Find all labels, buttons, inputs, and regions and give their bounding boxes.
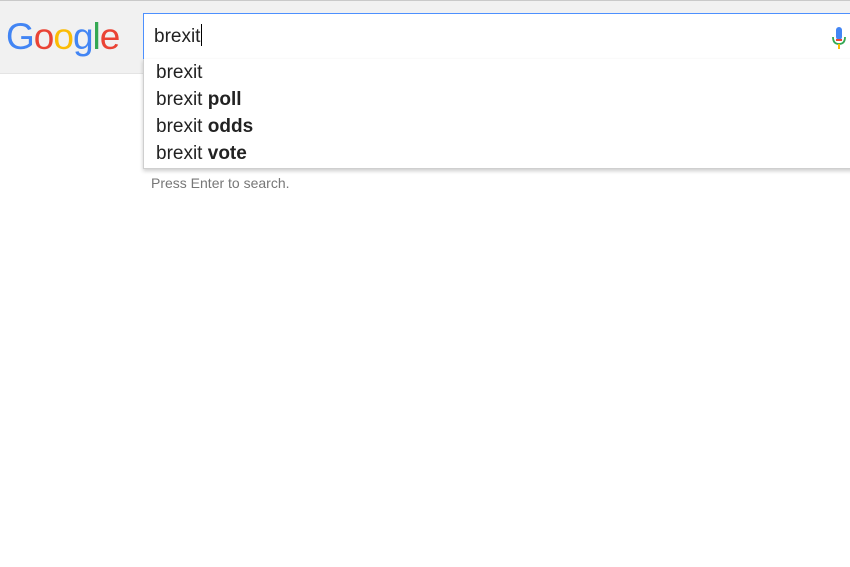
text-caret <box>201 24 203 47</box>
logo-letter: e <box>99 16 121 57</box>
suggestion-item[interactable]: brexit <box>156 59 202 86</box>
suggestion-completion: poll <box>207 89 242 110</box>
suggestion-completion: vote <box>207 143 247 164</box>
suggestion-item[interactable]: brexit vote <box>156 140 247 167</box>
suggestion-item[interactable]: brexit odds <box>156 113 253 140</box>
suggestion-prefix: brexit <box>156 89 208 110</box>
logo-letter: o <box>53 16 74 57</box>
search-input[interactable]: brexit <box>154 24 203 50</box>
suggestion-item[interactable]: brexit poll <box>156 86 242 113</box>
google-logo[interactable]: Google <box>6 15 121 59</box>
logo-letter: o <box>33 16 55 57</box>
suggestion-prefix: brexit <box>156 143 208 164</box>
search-input-value: brexit <box>154 26 201 47</box>
suggestion-prefix: brexit <box>156 62 203 83</box>
suggestion-prefix: brexit <box>156 116 208 137</box>
logo-letter: g <box>72 16 94 57</box>
logo-letter: l <box>92 16 101 57</box>
suggestion-completion: odds <box>207 116 254 137</box>
autocomplete-dropdown: brexit brexit poll brexit odds brexit vo… <box>143 59 850 169</box>
search-box[interactable]: brexit <box>143 13 850 60</box>
press-enter-hint: Press Enter to search. <box>151 175 290 191</box>
logo-letter: G <box>6 16 35 57</box>
microphone-icon[interactable] <box>831 26 847 52</box>
